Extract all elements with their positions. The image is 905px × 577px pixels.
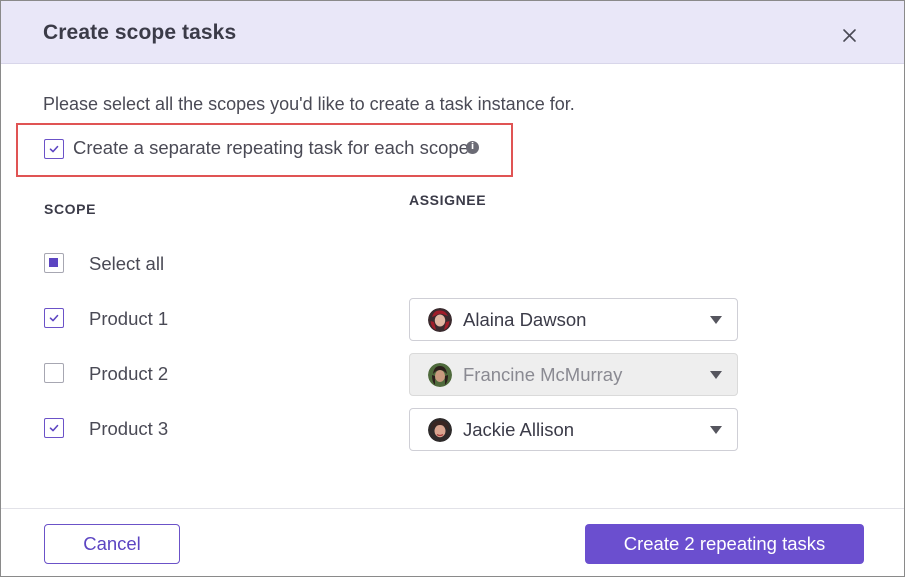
scope-label-product-3: Product 3 bbox=[89, 418, 169, 439]
assignee-select-product-3[interactable]: Jackie Allison bbox=[409, 408, 738, 451]
assignee-name: Francine McMurray bbox=[463, 364, 623, 385]
assignee-name: Jackie Allison bbox=[463, 419, 575, 440]
scope-checkbox-product-2[interactable] bbox=[44, 363, 64, 383]
indeterminate-mark bbox=[49, 258, 58, 267]
intro-text: Please select all the scopes you'd like … bbox=[43, 94, 575, 114]
select-all-label: Select all bbox=[89, 253, 165, 274]
separate-task-checkbox[interactable] bbox=[44, 139, 64, 159]
avatar bbox=[428, 418, 452, 442]
avatar bbox=[428, 363, 452, 387]
scope-checkbox-product-1[interactable] bbox=[44, 308, 64, 328]
assignee-name: Alaina Dawson bbox=[463, 309, 587, 330]
checkmark-icon bbox=[49, 424, 59, 432]
select-all-checkbox[interactable] bbox=[44, 253, 64, 273]
assignee-select-product-2: Francine McMurray bbox=[409, 353, 738, 396]
dialog-header: Create scope tasks bbox=[1, 1, 904, 64]
checkmark-icon bbox=[49, 314, 59, 322]
create-scope-tasks-dialog: Create scope tasks Please select all the… bbox=[0, 0, 905, 577]
create-tasks-button[interactable]: Create 2 repeating tasks bbox=[585, 524, 864, 564]
cancel-button[interactable]: Cancel bbox=[44, 524, 180, 564]
scope-checkbox-product-3[interactable] bbox=[44, 418, 64, 438]
checkmark-icon bbox=[49, 145, 59, 153]
assignee-column-header: ASSIGNEE bbox=[409, 192, 487, 208]
scope-column-header: SCOPE bbox=[44, 201, 97, 217]
info-icon[interactable]: i bbox=[466, 141, 479, 154]
chevron-down-icon bbox=[710, 371, 722, 379]
chevron-down-icon bbox=[710, 316, 722, 324]
footer-divider bbox=[1, 508, 904, 509]
close-icon[interactable] bbox=[837, 23, 861, 47]
avatar bbox=[428, 308, 452, 332]
chevron-down-icon bbox=[710, 426, 722, 434]
scope-label-product-2: Product 2 bbox=[89, 363, 169, 384]
separate-task-label: Create a separate repeating task for eac… bbox=[73, 137, 469, 158]
scope-label-product-1: Product 1 bbox=[89, 308, 169, 329]
dialog-title: Create scope tasks bbox=[43, 21, 237, 44]
assignee-select-product-1[interactable]: Alaina Dawson bbox=[409, 298, 738, 341]
